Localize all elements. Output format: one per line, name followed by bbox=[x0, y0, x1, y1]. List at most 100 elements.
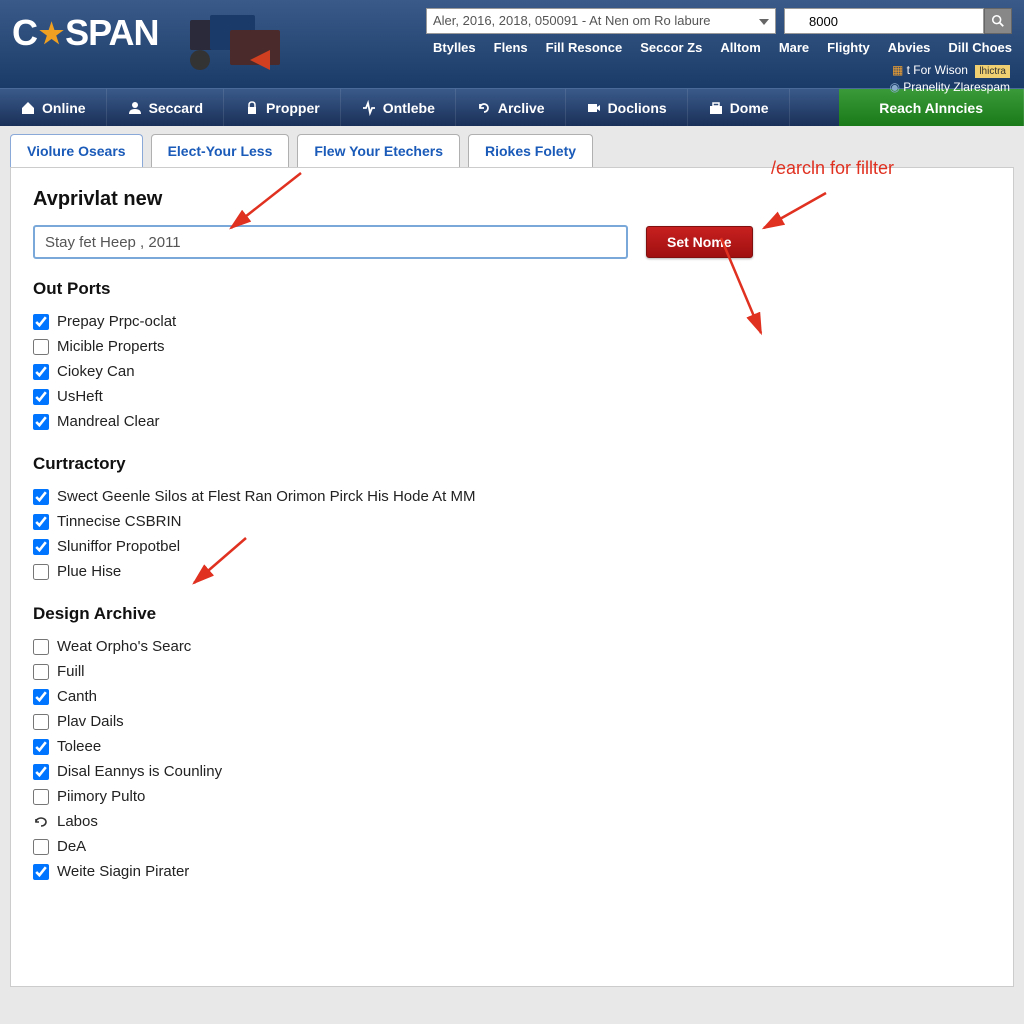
checkbox[interactable] bbox=[33, 389, 49, 405]
item-label: Fuill bbox=[57, 663, 85, 680]
nav-label: Online bbox=[42, 100, 86, 116]
header-sublink-1[interactable]: t For Wison bbox=[907, 63, 968, 77]
header-link-6[interactable]: Flighty bbox=[827, 40, 870, 55]
primary-nav: Online Seccard Propper Ontlebe Arclive Doclio… bbox=[0, 88, 1024, 126]
search-icon bbox=[991, 14, 1005, 28]
checklist: Swect Geenle Silos at Flest Ran Orimon P… bbox=[33, 484, 991, 584]
checkbox[interactable] bbox=[33, 839, 49, 855]
list-item: Fuill bbox=[33, 659, 991, 684]
section-heading: Out Ports bbox=[33, 279, 991, 299]
item-label: Prepay Prpc-oclat bbox=[57, 313, 176, 330]
header-search-button[interactable] bbox=[984, 8, 1012, 34]
checkbox[interactable] bbox=[33, 539, 49, 555]
header-link-3[interactable]: Seccor Zs bbox=[640, 40, 702, 55]
checkbox[interactable] bbox=[33, 339, 49, 355]
refresh-icon bbox=[476, 100, 492, 116]
site-header: C ★ SPAN Aler, 2016, 2018, 050091 - At N… bbox=[0, 0, 1024, 88]
list-item: Plue Hise bbox=[33, 559, 991, 584]
header-sublink-2[interactable]: Pranelity Zlarespam bbox=[903, 80, 1010, 94]
filter-input[interactable] bbox=[33, 225, 628, 259]
set-nome-button[interactable]: Set Nome bbox=[646, 226, 753, 258]
logo-text-c: C bbox=[12, 12, 37, 54]
item-label: Tinnecise CSBRIN bbox=[57, 513, 181, 530]
nav-item-ontlebe[interactable]: Ontlebe bbox=[341, 89, 456, 126]
nav-item-arclive[interactable]: Arclive bbox=[456, 89, 566, 126]
list-item: Weat Orpho's Searc bbox=[33, 634, 991, 659]
header-link-4[interactable]: Alltom bbox=[720, 40, 760, 55]
top-controls: Aler, 2016, 2018, 050091 - At Nen om Ro … bbox=[426, 8, 1012, 34]
tab-2[interactable]: Flew Your Etechers bbox=[297, 134, 460, 167]
lock-icon bbox=[244, 100, 260, 116]
list-item: Sluniffor Propotbel bbox=[33, 534, 991, 559]
list-item: DeA bbox=[33, 834, 991, 859]
header-links: Btylles Flens Fill Resonce Seccor Zs Alltom M… bbox=[433, 40, 1012, 55]
item-label: Plue Hise bbox=[57, 563, 121, 580]
tab-1[interactable]: Elect-Your Less bbox=[151, 134, 290, 167]
filter-row: Set Nome bbox=[33, 225, 991, 259]
home-icon bbox=[20, 100, 36, 116]
star-icon: ★ bbox=[39, 17, 63, 50]
item-label: Toleee bbox=[57, 738, 101, 755]
list-item: Prepay Prpc-oclat bbox=[33, 309, 991, 334]
tab-bar: Violure OsearsElect-Your LessFlew Your E… bbox=[0, 126, 1024, 167]
header-link-8[interactable]: Dill Choes bbox=[948, 40, 1012, 55]
checkbox[interactable] bbox=[33, 864, 49, 880]
checkbox[interactable] bbox=[33, 639, 49, 655]
list-item: Plav Dails bbox=[33, 709, 991, 734]
nav-item-propper[interactable]: Propper bbox=[224, 89, 341, 126]
nav-item-seccard[interactable]: Seccard bbox=[107, 89, 224, 126]
checkbox[interactable] bbox=[33, 739, 49, 755]
header-link-2[interactable]: Fill Resonce bbox=[546, 40, 623, 55]
header-link-0[interactable]: Btylles bbox=[433, 40, 476, 55]
item-label: DeA bbox=[57, 838, 86, 855]
section-heading: Curtractory bbox=[33, 454, 991, 474]
list-item: Mandreal Clear bbox=[33, 409, 991, 434]
checkbox[interactable] bbox=[33, 664, 49, 680]
checkbox[interactable] bbox=[33, 364, 49, 380]
checkbox[interactable] bbox=[33, 714, 49, 730]
item-label: Labos bbox=[57, 813, 98, 830]
activity-icon bbox=[361, 100, 377, 116]
checkbox[interactable] bbox=[33, 414, 49, 430]
header-search bbox=[784, 8, 1012, 34]
checkbox[interactable] bbox=[33, 764, 49, 780]
list-item: Micible Properts bbox=[33, 334, 991, 359]
list-item: Canth bbox=[33, 684, 991, 709]
video-icon bbox=[586, 100, 602, 116]
site-logo: C ★ SPAN bbox=[12, 12, 158, 54]
list-item: Weite Siagin Pirater bbox=[33, 859, 991, 884]
badge-icon: ▦ bbox=[892, 63, 903, 77]
item-label: Plav Dails bbox=[57, 713, 124, 730]
tab-0[interactable]: Violure Osears bbox=[10, 134, 143, 167]
nav-label: Dome bbox=[730, 100, 769, 116]
header-link-7[interactable]: Abvies bbox=[888, 40, 931, 55]
nav-label: Arclive bbox=[498, 100, 545, 116]
header-graphic bbox=[180, 10, 300, 80]
nav-item-dome[interactable]: Dome bbox=[688, 89, 790, 126]
nav-item-online[interactable]: Online bbox=[0, 89, 107, 126]
header-search-input[interactable] bbox=[784, 8, 984, 34]
item-label: Disal Eannys is Counliny bbox=[57, 763, 222, 780]
checkbox[interactable] bbox=[33, 314, 49, 330]
tab-3[interactable]: Riokes Folety bbox=[468, 134, 593, 167]
nav-label: Doclions bbox=[608, 100, 667, 116]
nav-item-doclions[interactable]: Doclions bbox=[566, 89, 688, 126]
checkbox[interactable] bbox=[33, 489, 49, 505]
checkbox[interactable] bbox=[33, 564, 49, 580]
list-item: UsHeft bbox=[33, 384, 991, 409]
checkbox[interactable] bbox=[33, 514, 49, 530]
briefcase-icon bbox=[708, 100, 724, 116]
checkbox[interactable] bbox=[33, 789, 49, 805]
logo-text-span: SPAN bbox=[65, 12, 158, 54]
item-label: Canth bbox=[57, 688, 97, 705]
list-item: Piimory Pulto bbox=[33, 784, 991, 809]
context-dropdown[interactable]: Aler, 2016, 2018, 050091 - At Nen om Ro … bbox=[426, 8, 776, 34]
nav-label: Propper bbox=[266, 100, 320, 116]
header-link-1[interactable]: Flens bbox=[494, 40, 528, 55]
list-item: Disal Eannys is Counliny bbox=[33, 759, 991, 784]
item-label: Swect Geenle Silos at Flest Ran Orimon P… bbox=[57, 488, 475, 505]
header-link-5[interactable]: Mare bbox=[779, 40, 809, 55]
page-title: Avprivlat new bbox=[33, 188, 991, 211]
checkbox[interactable] bbox=[33, 689, 49, 705]
section-heading: Design Archive bbox=[33, 604, 991, 624]
